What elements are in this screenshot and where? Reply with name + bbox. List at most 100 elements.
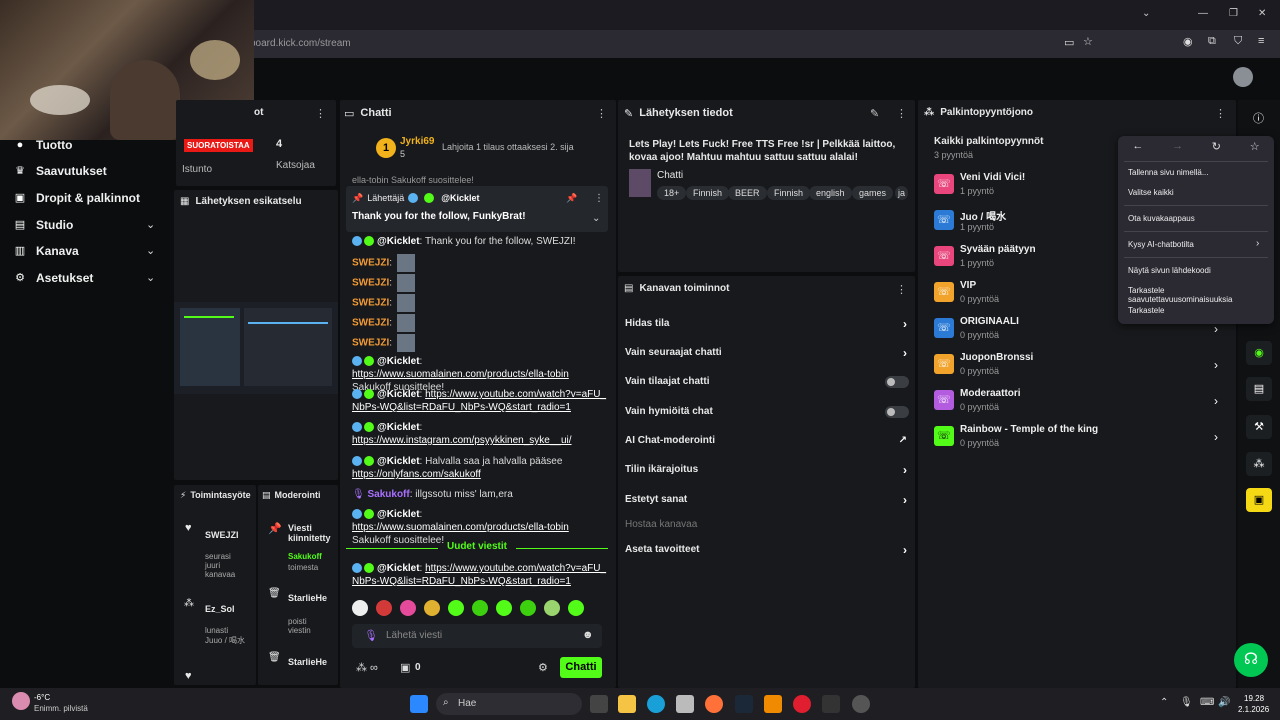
bookmark-star-icon[interactable]: ☆ (1083, 35, 1093, 48)
back-icon[interactable]: ← (1132, 140, 1143, 156)
reader-view-icon[interactable]: ▭ (1064, 36, 1074, 49)
apps-icon[interactable]: ⁂ (1246, 452, 1272, 476)
chat-menu-icon[interactable]: ⋮ (596, 107, 607, 120)
forward-icon[interactable]: → (1172, 140, 1183, 156)
tray-chevron-icon[interactable]: ⌃ (1160, 697, 1168, 708)
terminal-icon[interactable] (822, 695, 840, 713)
close-button[interactable]: ✕ (1258, 8, 1266, 19)
menu-item-ask-ai[interactable]: Kysy AI-chatbotilta (1128, 240, 1268, 249)
stats-menu-icon[interactable]: ⋮ (315, 107, 326, 120)
emote-green-icon[interactable] (496, 600, 512, 616)
emote-green-icon[interactable] (448, 600, 464, 616)
reward-item[interactable]: ☏ JuoponBronssi 0 pyyntöä › (934, 352, 1224, 382)
account-icon[interactable]: ◉ (1183, 35, 1193, 48)
action-followers-only[interactable]: Vain seuraajat chatti › (625, 345, 909, 361)
taskbar-search[interactable]: Hae (436, 693, 582, 715)
layout-icon[interactable]: ▤ (1246, 377, 1272, 401)
menu-item-accessibility[interactable]: Tarkastele saavutettavuusominaisuuksia (1128, 286, 1268, 304)
clock-time[interactable]: 19.28 (1244, 694, 1264, 703)
emoji-icon[interactable]: ☻ (582, 629, 594, 641)
restore-button[interactable]: ❐ (1229, 8, 1238, 19)
send-chat-button[interactable]: Chatti (560, 657, 602, 678)
menu-item-view-source[interactable]: Näytä sivun lähdekoodi (1128, 266, 1268, 275)
category-name[interactable]: Chatti (657, 170, 683, 181)
edit-icon[interactable]: ✎ (870, 107, 879, 120)
emote-red-icon[interactable] (376, 600, 392, 616)
extensions-icon[interactable]: ⧉ (1208, 35, 1216, 48)
menu-item-screenshot[interactable]: Ota kuvakaappaus (1128, 214, 1268, 223)
gift-prompt[interactable]: Lahjoita 1 tilaus ottaaksesi 2. sija (442, 142, 574, 152)
firefox-icon[interactable] (705, 695, 723, 713)
menu-item-save-page[interactable]: Tallenna sivu nimellä... (1128, 168, 1268, 177)
sidebar-item-saavutukset[interactable]: ♛ Saavutukset (14, 160, 107, 182)
emote-green-icon[interactable] (520, 600, 536, 616)
opera-icon[interactable] (793, 695, 811, 713)
action-slow-mode[interactable]: Hidas tila › (625, 316, 909, 332)
clip-icon[interactable]: ▣ (1246, 488, 1272, 512)
tab-list-chevron-icon[interactable]: ⌄ (1142, 8, 1150, 19)
volume-icon[interactable]: 🔊 (1218, 697, 1230, 708)
mic-icon[interactable]: 🎙 (364, 629, 378, 642)
mic-icon[interactable]: 🎙 (1180, 697, 1193, 708)
minimize-button[interactable]: — (1198, 8, 1208, 19)
avatar[interactable] (1233, 67, 1253, 87)
chevron-down-icon[interactable]: ⌄ (146, 218, 155, 231)
emote-pink-icon[interactable] (400, 600, 416, 616)
shop-icon[interactable]: ▣ (400, 661, 410, 674)
weather-temp[interactable]: -6°C (34, 693, 50, 702)
emote-ball-icon[interactable] (544, 600, 560, 616)
rewards-menu-icon[interactable]: ⋮ (1215, 107, 1226, 120)
action-age-restriction[interactable]: Tilin ikärajoitus › (625, 462, 909, 478)
new-messages-divider[interactable]: Uudet viestit (346, 541, 608, 555)
gifter-name[interactable]: Jyrki69 (400, 136, 434, 147)
emotes-only-toggle[interactable] (885, 406, 909, 418)
stream-info-menu-icon[interactable]: ⋮ (896, 107, 907, 120)
action-ai-moderation[interactable]: AI Chat-moderointi ↗ (625, 433, 909, 449)
pin-icon[interactable]: 📌 (566, 193, 577, 204)
info-icon[interactable]: ⓘ (1253, 110, 1264, 126)
bookmark-star-icon[interactable]: ☆ (1250, 140, 1260, 156)
emote-green-icon[interactable] (472, 600, 488, 616)
clock-date[interactable]: 2.1.2026 (1238, 705, 1269, 714)
store-icon[interactable] (676, 695, 694, 713)
task-view-icon[interactable] (590, 695, 608, 713)
obs-icon[interactable] (852, 695, 870, 713)
emote-green-icon[interactable] (568, 600, 584, 616)
action-blocked-words[interactable]: Estetyt sanat › (625, 492, 909, 508)
menu-item-inspect[interactable]: Tarkastele (1128, 306, 1268, 315)
menu-item-select-all[interactable]: Valitse kaikki (1128, 188, 1268, 197)
gear-icon[interactable]: ⚙ (538, 661, 548, 674)
emote-ghost-icon[interactable] (352, 600, 368, 616)
reward-item[interactable]: ☏ Moderaattori 0 pyyntöä › (934, 388, 1224, 418)
subscribers-only-toggle[interactable] (885, 376, 909, 388)
steam-icon[interactable] (735, 695, 753, 713)
pinned-menu-icon[interactable]: ⋮ (594, 193, 604, 204)
shield-icon[interactable]: ⛉ (1234, 35, 1242, 48)
network-icon[interactable]: ⌨ (1200, 697, 1214, 708)
reward-item[interactable]: ☏ Rainbow - Temple of the king 0 pyyntöä › (934, 424, 1224, 454)
chevron-down-icon[interactable]: ⌄ (592, 213, 600, 224)
points-icon[interactable]: ⁂ ∞ (356, 661, 378, 674)
sidebar-item-tuotto[interactable]: ● Tuotto (14, 134, 73, 156)
support-chat-button[interactable]: ☊ (1234, 643, 1268, 677)
file-explorer-icon[interactable] (618, 695, 636, 713)
menu-icon[interactable]: ≡ (1258, 35, 1264, 47)
actions-menu-icon[interactable]: ⋮ (896, 283, 907, 296)
url-field[interactable]: board.kick.com/stream (250, 35, 1150, 53)
chat-input[interactable]: Lähetä viesti (352, 624, 602, 648)
sidebar-item-kanava[interactable]: ▥ Kanava (14, 240, 79, 262)
preview-thumbnail[interactable] (174, 302, 338, 394)
windows-start-icon[interactable] (410, 695, 428, 713)
reload-icon[interactable]: ↻ (1212, 140, 1221, 156)
chevron-down-icon[interactable]: ⌄ (146, 271, 155, 284)
sidebar-item-dropit[interactable]: ▣ Dropit & palkinnot (14, 187, 140, 209)
edge-icon[interactable] (647, 695, 665, 713)
sidebar-item-studio[interactable]: ▤ Studio (14, 214, 74, 236)
vlc-icon[interactable] (764, 695, 782, 713)
sidebar-item-asetukset[interactable]: ⚙ Asetukset (14, 267, 93, 289)
chevron-down-icon[interactable]: ⌄ (146, 244, 155, 257)
action-set-goals[interactable]: Aseta tavoitteet › (625, 542, 909, 558)
wrench-icon[interactable]: ⚒ (1246, 415, 1272, 439)
broadcast-icon[interactable]: ◉ (1246, 341, 1272, 365)
emote-gold-icon[interactable] (424, 600, 440, 616)
